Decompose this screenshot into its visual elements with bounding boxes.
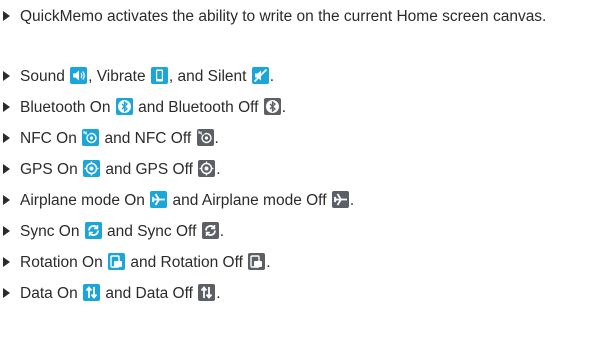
item-text: GPS On and GPS Off .: [20, 159, 221, 181]
text-part: Airplane mode On: [20, 192, 150, 209]
list-item-sync: Sync On and Sync Off .: [0, 221, 603, 243]
text-part: , and Silent: [168, 68, 251, 85]
bluetooth-on-icon: [115, 98, 133, 115]
text-part: .: [219, 223, 224, 240]
list-item-nfc: NFC On and NFC Off .: [0, 128, 603, 150]
text-part: and GPS Off: [101, 161, 198, 178]
silent-icon: [251, 67, 269, 84]
sync-on-icon: [84, 222, 102, 239]
text-part: and Airplane mode Off: [168, 192, 331, 209]
text-part: .: [349, 192, 355, 209]
gps-off-icon: [198, 160, 216, 177]
text-part: and Rotation Off: [126, 254, 248, 271]
data-off-icon: [198, 284, 216, 301]
text-part: and Bluetooth Off: [133, 99, 263, 116]
text-part: Rotation On: [20, 254, 108, 271]
list-item-data: Data On and Data Off .: [0, 283, 603, 305]
list-item-rotation: Rotation On and Rotation Off .: [0, 252, 603, 274]
rotation-off-icon: [248, 253, 266, 270]
text-part: NFC On: [20, 130, 82, 147]
item-text: Bluetooth On and Bluetooth Off .: [20, 97, 286, 119]
text-part: .: [266, 254, 271, 271]
text-part: .: [214, 130, 219, 147]
item-text: Sound , Vibrate , and Silent .: [20, 66, 274, 88]
airplane-off-icon: [331, 191, 349, 208]
text-part: .: [269, 68, 275, 85]
item-text: NFC On and NFC Off .: [20, 128, 219, 150]
nfc-on-icon: [82, 129, 100, 146]
item-text: Sync On and Sync Off .: [20, 221, 224, 243]
list-item-bluetooth: Bluetooth On and Bluetooth Off .: [0, 97, 603, 119]
bullet-icon: [3, 257, 10, 267]
text-part: Sound: [20, 68, 70, 85]
text-part: .: [281, 99, 287, 116]
item-text: Rotation On and Rotation Off .: [20, 252, 271, 274]
bluetooth-off-icon: [263, 98, 281, 115]
text-part: and Data Off: [101, 285, 198, 302]
nfc-off-icon: [196, 129, 214, 146]
text-part: Data On: [20, 285, 83, 302]
bullet-icon: [3, 102, 10, 112]
text-part: and NFC Off: [100, 130, 196, 147]
text-part: .: [216, 161, 221, 178]
data-on-icon: [83, 284, 101, 301]
list-item-airplane-mode: Airplane mode On and Airplane mode Off .: [0, 190, 603, 212]
vibrate-icon: [150, 67, 168, 84]
gps-on-icon: [83, 160, 101, 177]
text-part: Sync On: [20, 223, 84, 240]
item-text: Airplane mode On and Airplane mode Off .: [20, 190, 354, 212]
bullet-icon: [3, 11, 10, 21]
item-text: Data On and Data Off .: [20, 283, 221, 305]
item-text: QuickMemo activates the ability to write…: [20, 8, 547, 25]
sound-icon: [70, 67, 88, 84]
bullet-icon: [3, 164, 10, 174]
bullet-icon: [3, 195, 10, 205]
rotation-on-icon: [108, 253, 126, 270]
document-page: QuickMemo activates the ability to write…: [0, 0, 603, 340]
text-part: GPS On: [20, 161, 83, 178]
bullet-icon: [3, 133, 10, 143]
list-item-quickmemo: QuickMemo activates the ability to write…: [0, 6, 603, 50]
bullet-icon: [3, 71, 10, 81]
list-item-sound: Sound , Vibrate , and Silent .: [0, 66, 603, 88]
bullet-icon: [3, 288, 10, 298]
text-part: Bluetooth On: [20, 99, 115, 116]
text-part: .: [216, 285, 221, 302]
airplane-on-icon: [150, 191, 168, 208]
bullet-icon: [3, 226, 10, 236]
text-part: , Vibrate: [88, 68, 150, 85]
list-item-gps: GPS On and GPS Off .: [0, 159, 603, 181]
sync-off-icon: [201, 222, 219, 239]
text-part: and Sync Off: [102, 223, 201, 240]
